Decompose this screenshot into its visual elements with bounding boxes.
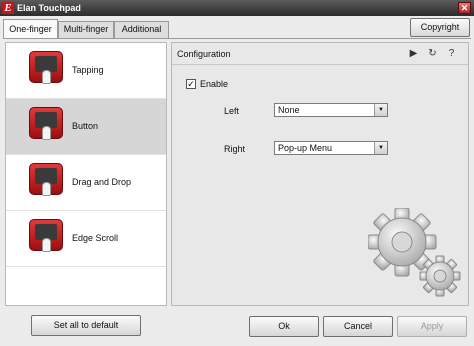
right-label: Right bbox=[224, 144, 246, 154]
cancel-button[interactable]: Cancel bbox=[323, 316, 393, 337]
right-select-value: Pop-up Menu bbox=[278, 143, 333, 153]
close-button[interactable]: ✕ bbox=[458, 2, 471, 14]
feature-label: Drag and Drop bbox=[72, 177, 132, 187]
copyright-button[interactable]: Copyright bbox=[410, 18, 470, 37]
feature-label: Tapping bbox=[72, 65, 104, 75]
left-label: Left bbox=[224, 106, 240, 116]
configuration-panel: Configuration ▶ ↻ ? ✓ Enable Left None ▼… bbox=[171, 42, 469, 306]
edge-scroll-icon bbox=[29, 219, 63, 252]
title-bar: E Elan Touchpad ✕ bbox=[0, 0, 474, 16]
play-demo-icon[interactable]: ▶ bbox=[408, 48, 419, 59]
tab-divider bbox=[3, 38, 471, 39]
right-button-select[interactable]: Pop-up Menu ▼ bbox=[274, 141, 388, 155]
refresh-icon[interactable]: ↻ bbox=[427, 48, 438, 59]
left-button-select[interactable]: None ▼ bbox=[274, 103, 388, 117]
feature-item-edge-scroll[interactable]: Edge Scroll bbox=[6, 211, 166, 267]
feature-item-drag-and-drop[interactable]: Drag and Drop bbox=[6, 155, 166, 211]
feature-item-button[interactable]: Button bbox=[6, 99, 166, 155]
button-icon bbox=[29, 107, 63, 140]
bottom-bar: Set all to default Ok Cancel Apply bbox=[0, 310, 474, 346]
feature-label: Button bbox=[72, 121, 99, 131]
apply-button[interactable]: Apply bbox=[397, 316, 467, 337]
elan-logo-icon: E bbox=[2, 2, 14, 14]
help-icon[interactable]: ? bbox=[446, 48, 457, 59]
chevron-down-icon[interactable]: ▼ bbox=[374, 104, 387, 116]
feature-item-tapping[interactable]: Tapping bbox=[6, 43, 166, 99]
tab-multi-finger[interactable]: Multi-finger bbox=[58, 21, 114, 38]
ok-button[interactable]: Ok bbox=[249, 316, 319, 337]
tapping-icon bbox=[29, 51, 63, 84]
window-title: Elan Touchpad bbox=[17, 3, 81, 13]
configuration-header: Configuration ▶ ↻ ? bbox=[172, 43, 468, 65]
tab-additional[interactable]: Additional bbox=[114, 21, 169, 38]
tab-one-finger[interactable]: One-finger bbox=[3, 19, 58, 39]
drag-and-drop-icon bbox=[29, 163, 63, 196]
feature-list: Tapping Button Drag and Drop Edge Scroll bbox=[5, 42, 167, 306]
enable-checkbox[interactable]: ✓ bbox=[186, 79, 196, 89]
feature-label: Edge Scroll bbox=[72, 233, 119, 243]
configuration-title: Configuration bbox=[177, 49, 231, 59]
gears-icon bbox=[368, 208, 461, 297]
enable-label: Enable bbox=[200, 79, 229, 89]
left-select-value: None bbox=[278, 105, 300, 115]
chevron-down-icon[interactable]: ▼ bbox=[374, 142, 387, 154]
set-all-default-button[interactable]: Set all to default bbox=[31, 315, 141, 336]
